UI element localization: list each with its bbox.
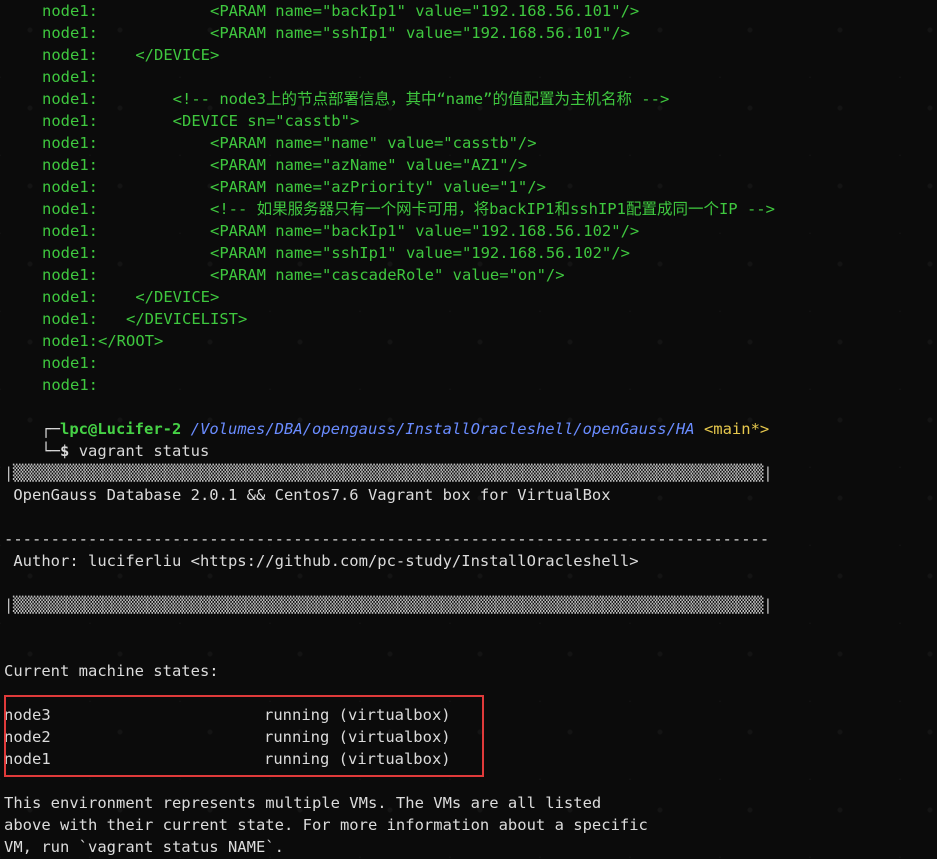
log-line: node1: <PARAM name="sshIp1" value="192.1… (42, 24, 630, 42)
banner-title: OpenGauss Database 2.0.1 && Centos7.6 Va… (4, 486, 611, 504)
log-line: node1: <PARAM name="azName" value="AZ1"/… (42, 156, 528, 174)
log-line: node1: </DEVICE> (42, 288, 220, 306)
highlight-box (4, 695, 484, 777)
log-line: node1: <PARAM name="name" value="casstb"… (42, 134, 537, 152)
status-footer-line: VM, run `vagrant status NAME`. (4, 838, 284, 856)
log-line: node1: <PARAM name="backIp1" value="192.… (42, 2, 640, 20)
log-line: node1: <!-- node3上的节点部署信息，其中“name”的值配置为主… (42, 90, 670, 108)
command-line[interactable]: └─$ vagrant status (4, 418, 209, 460)
banner-bar-bottom: |▒▒▒▒▒▒▒▒▒▒▒▒▒▒▒▒▒▒▒▒▒▒▒▒▒▒▒▒▒▒▒▒▒▒▒▒▒▒▒… (4, 596, 773, 614)
log-line: node1: (42, 68, 98, 86)
banner-divider: ----------------------------------------… (4, 530, 770, 548)
status-heading: Current machine states: (4, 662, 219, 680)
prompt-corner: └─ (41, 442, 60, 460)
log-line: node1: <PARAM name="azPriority" value="1… (42, 178, 546, 196)
prompt-symbol: $ (60, 442, 70, 460)
log-line: node1: <DEVICE sn="casstb"> (42, 112, 360, 130)
banner-author: Author: luciferliu <https://github.com/p… (4, 552, 639, 570)
log-line: node1: (42, 354, 98, 372)
log-line: node1: <PARAM name="cascadeRole" value="… (42, 266, 565, 284)
log-line: node1: <PARAM name="sshIp1" value="192.1… (42, 244, 630, 262)
log-line: node1: <!-- 如果服务器只有一个网卡可用，将backIP1和sshIP… (42, 200, 775, 218)
prompt-path: /Volumes/DBA/opengauss/InstallOracleshel… (190, 420, 695, 438)
status-footer-line: This environment represents multiple VMs… (4, 794, 602, 812)
shell-prompt: ┌─lpc@Lucifer-2 /Volumes/DBA/opengauss/I… (4, 396, 769, 438)
banner-bar-top: |▒▒▒▒▒▒▒▒▒▒▒▒▒▒▒▒▒▒▒▒▒▒▒▒▒▒▒▒▒▒▒▒▒▒▒▒▒▒▒… (4, 464, 773, 482)
command-text: vagrant status (78, 442, 210, 460)
log-line: node1: </DEVICELIST> (42, 310, 248, 328)
log-line: node1:</ROOT> (42, 332, 164, 350)
log-line: node1: (42, 376, 98, 394)
log-line: node1: <PARAM name="backIp1" value="192.… (42, 222, 640, 240)
prompt-git-branch: <main*> (703, 420, 770, 438)
status-footer-line: above with their current state. For more… (4, 816, 648, 834)
log-line: node1: </DEVICE> (42, 46, 220, 64)
